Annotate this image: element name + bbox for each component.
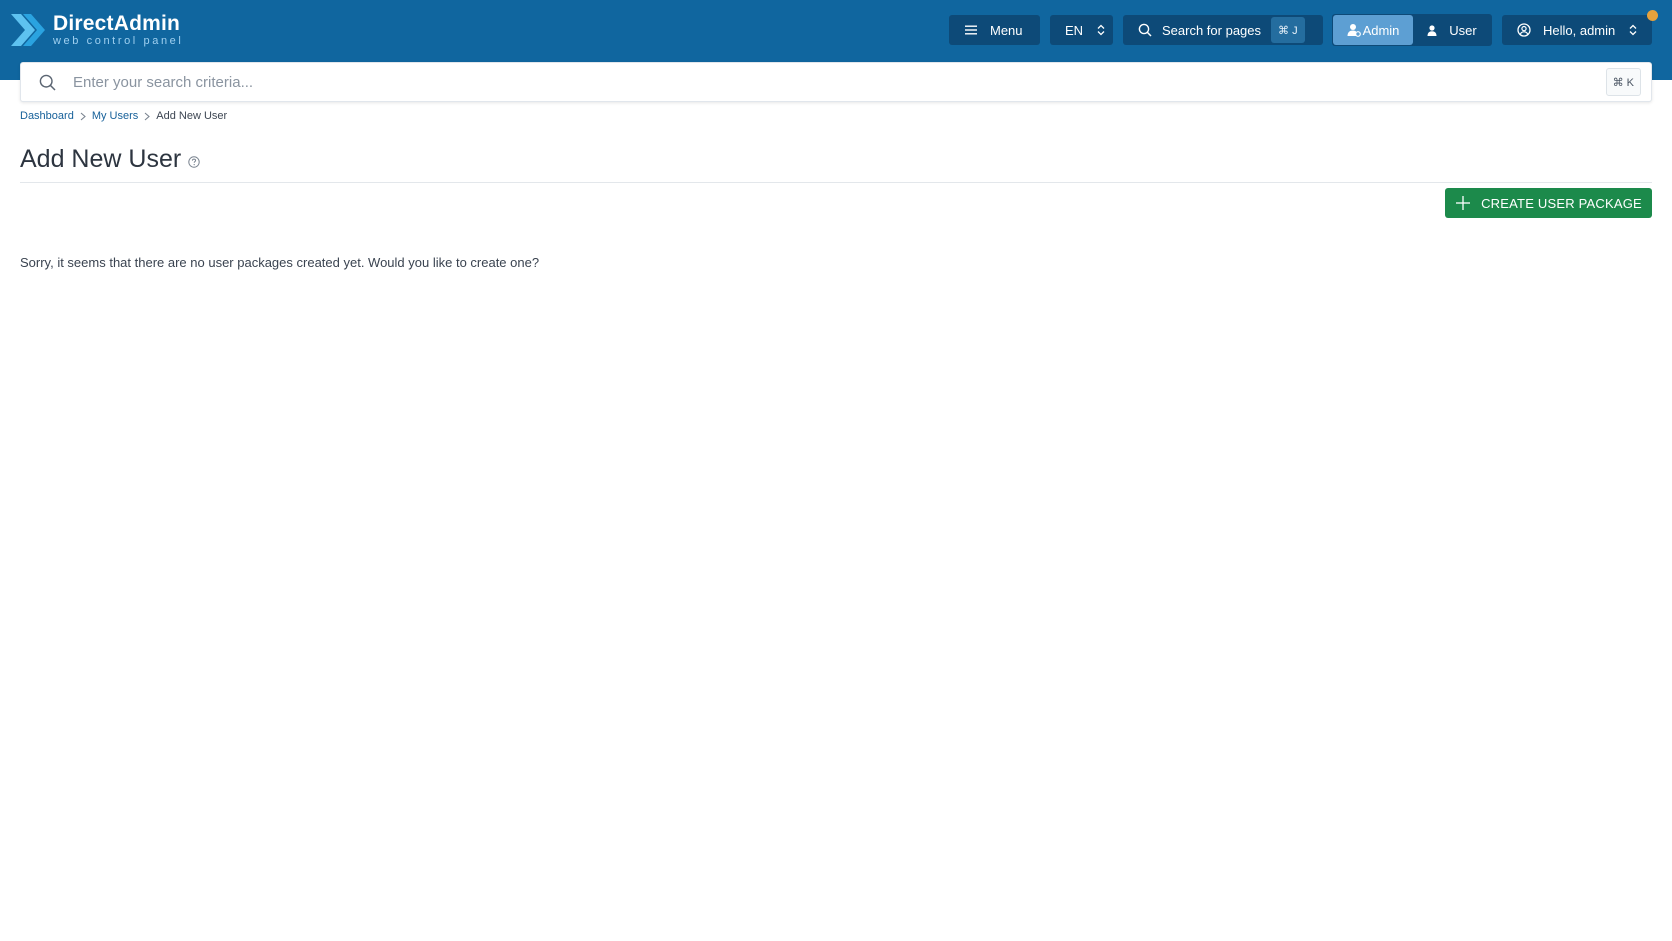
updown-chevron-icon bbox=[1629, 24, 1637, 36]
brand-subtitle: web control panel bbox=[53, 35, 184, 47]
create-user-package-button[interactable]: CREATE USER PACKAGE bbox=[1445, 188, 1652, 218]
global-search: ⌘ K bbox=[20, 62, 1652, 102]
search-icon bbox=[21, 74, 73, 91]
updown-chevron-icon bbox=[1097, 24, 1105, 36]
role-switch: Admin User bbox=[1332, 14, 1492, 46]
account-menu-button[interactable]: Hello, admin bbox=[1502, 15, 1652, 45]
brand-logo[interactable]: DirectAdmin web control panel bbox=[9, 10, 183, 50]
search-pages-button[interactable]: Search for pages ⌘ J bbox=[1123, 15, 1323, 45]
chevron-right-icon bbox=[144, 112, 151, 121]
title-divider bbox=[20, 182, 1652, 183]
role-user-button[interactable]: User bbox=[1413, 15, 1491, 45]
notification-dot bbox=[1647, 10, 1658, 21]
breadcrumb: Dashboard My Users Add New User bbox=[20, 110, 227, 122]
search-icon bbox=[1138, 23, 1152, 37]
menu-button[interactable]: Menu bbox=[949, 15, 1040, 45]
hamburger-icon bbox=[964, 24, 978, 36]
role-admin-button[interactable]: Admin bbox=[1333, 15, 1413, 45]
directadmin-logo-icon bbox=[11, 14, 45, 46]
page-title: Add New User bbox=[20, 145, 182, 173]
role-user-label: User bbox=[1449, 22, 1477, 38]
chevron-right-icon bbox=[80, 112, 86, 121]
menu-label: Menu bbox=[990, 22, 1023, 38]
search-pages-shortcut: ⌘ J bbox=[1271, 17, 1305, 43]
search-shortcut: ⌘ K bbox=[1605, 68, 1641, 96]
greeting-label: Hello, admin bbox=[1543, 22, 1616, 38]
help-circle-icon[interactable] bbox=[188, 155, 200, 168]
user-circle-icon bbox=[1517, 23, 1531, 37]
role-admin-label: Admin bbox=[1362, 22, 1400, 38]
empty-packages-message: Sorry, it seems that there are no user p… bbox=[20, 255, 540, 270]
search-pages-label: Search for pages bbox=[1162, 22, 1262, 38]
language-select[interactable]: EN bbox=[1050, 15, 1113, 45]
breadcrumb-current: Add New User bbox=[156, 110, 228, 122]
user-gear-icon bbox=[1347, 23, 1361, 37]
search-input[interactable] bbox=[73, 73, 1606, 91]
breadcrumb-dashboard[interactable]: Dashboard bbox=[20, 110, 74, 122]
plus-icon bbox=[1455, 195, 1471, 211]
brand-title: DirectAdmin bbox=[53, 12, 181, 35]
language-label: EN bbox=[1065, 22, 1084, 38]
user-icon bbox=[1427, 24, 1437, 36]
breadcrumb-my-users[interactable]: My Users bbox=[92, 110, 138, 122]
page-header: Add New User bbox=[20, 145, 200, 174]
create-user-package-label: CREATE USER PACKAGE bbox=[1481, 195, 1642, 211]
